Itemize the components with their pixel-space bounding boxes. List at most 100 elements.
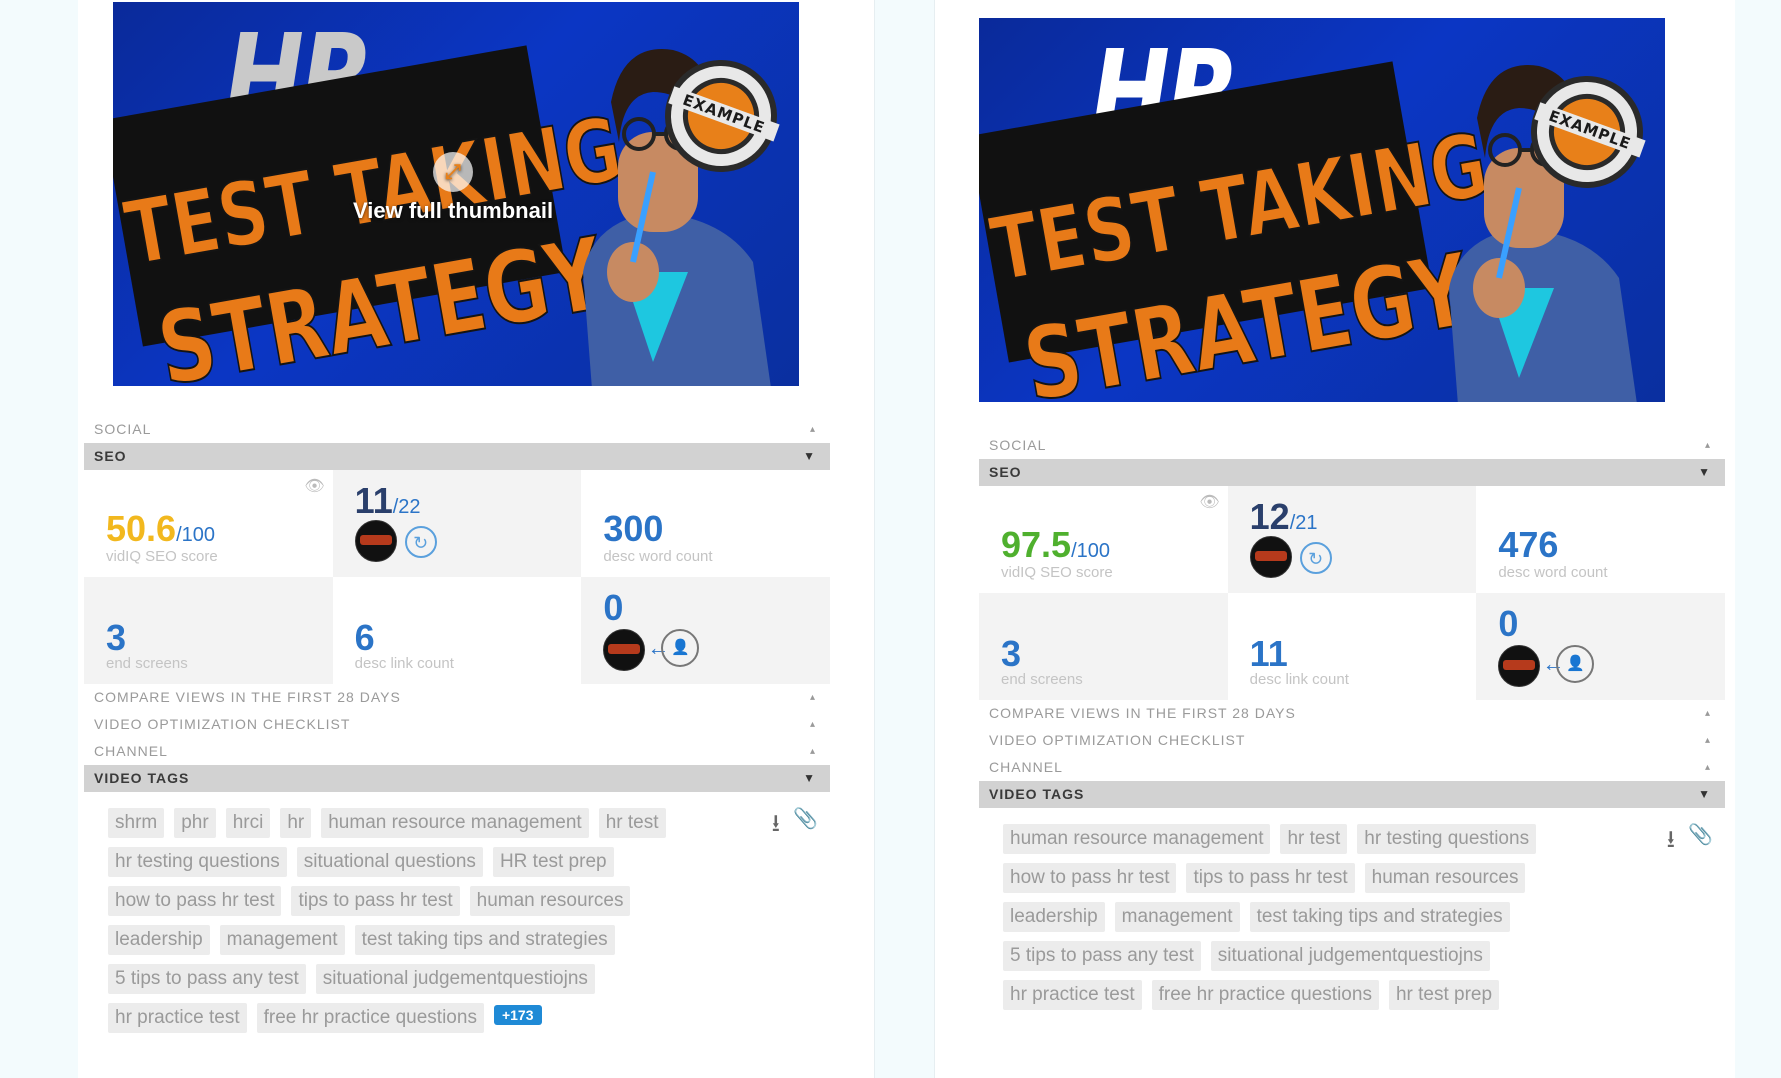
video-thumbnail[interactable]: HR TEST TAKING STRATEGY EXAMPLE ⤢ View f… bbox=[113, 2, 799, 386]
section-tags-label: VIDEO TAGS bbox=[989, 786, 1085, 802]
eye-icon[interactable]: 👁 bbox=[304, 476, 324, 496]
paperclip-icon[interactable]: 📎 bbox=[793, 806, 818, 831]
video-card-right: HR TEST TAKING STRATEGY EXAMPLE SOCIAL ▴ … bbox=[934, 0, 1735, 1078]
refresh-icon[interactable]: ↻ bbox=[404, 526, 437, 558]
tag-chip[interactable]: hr test bbox=[1280, 824, 1348, 854]
tag-count-cell: 11/22 ↻ bbox=[332, 470, 582, 577]
desc-word-count-cell: 300 desc word count bbox=[581, 470, 830, 577]
tag-chip[interactable]: tips to pass hr test bbox=[1186, 863, 1355, 893]
tag-chip[interactable]: hr test prep bbox=[1388, 980, 1500, 1010]
section-optimization-checklist[interactable]: VIDEO OPTIMIZATION CHECKLIST ▴ bbox=[979, 727, 1725, 754]
tag-chip[interactable]: human resources bbox=[1364, 863, 1526, 893]
end-screens-label: end screens bbox=[106, 655, 188, 672]
seo-score-label: vidIQ SEO score bbox=[106, 548, 218, 565]
seo-score-cell: 👁 50.6/100 vidIQ SEO score bbox=[84, 470, 333, 577]
desc-link-count-label: desc link count bbox=[354, 655, 454, 672]
end-screens-count: 3 bbox=[1001, 633, 1022, 674]
tag-chip[interactable]: situational judgementquestiojns bbox=[315, 964, 595, 994]
desc-link-count: 11 bbox=[1249, 633, 1288, 674]
seo-score-cell: 👁 97.5/100 vidIQ SEO score bbox=[979, 486, 1228, 593]
seo-score: 50.6/100 bbox=[106, 508, 216, 549]
video-card-left: HR TEST TAKING STRATEGY EXAMPLE ⤢ View f… bbox=[78, 0, 875, 1078]
section-seo[interactable]: SEO ▼ bbox=[84, 443, 830, 470]
section-optimization-checklist[interactable]: VIDEO OPTIMIZATION CHECKLIST ▴ bbox=[84, 711, 830, 738]
section-seo-label: SEO bbox=[94, 448, 127, 464]
tag-chip[interactable]: free hr practice questions bbox=[1151, 980, 1379, 1010]
end-screens-cell: 3 end screens bbox=[84, 577, 333, 684]
tag-chip[interactable]: hrci bbox=[225, 808, 271, 838]
section-channel-label: CHANNEL bbox=[94, 743, 168, 759]
collapse-icon: ▴ bbox=[1704, 762, 1711, 773]
tag-chip[interactable]: leadership bbox=[1003, 902, 1105, 932]
tag-chip[interactable]: shrm bbox=[108, 808, 165, 838]
section-channel-label: CHANNEL bbox=[989, 759, 1063, 775]
desc-link-count-cell: 6 desc link count bbox=[332, 577, 582, 684]
section-checklist-label: VIDEO OPTIMIZATION CHECKLIST bbox=[94, 716, 351, 732]
tag-chip[interactable]: how to pass hr test bbox=[1003, 863, 1177, 893]
paperclip-icon[interactable]: 📎 bbox=[1688, 822, 1713, 847]
section-social[interactable]: SOCIAL ▴ bbox=[84, 416, 830, 443]
tag-chip[interactable]: 5 tips to pass any test bbox=[108, 964, 306, 994]
tag-chip[interactable]: HR test prep bbox=[492, 847, 614, 877]
tag-chip[interactable]: human resources bbox=[469, 886, 631, 916]
tag-chip[interactable]: phr bbox=[174, 808, 216, 838]
tag-chip[interactable]: hr testing questions bbox=[1357, 824, 1537, 854]
tag-chip[interactable]: human resource management bbox=[321, 808, 589, 838]
tag-count: 11/22 bbox=[354, 480, 421, 521]
section-social[interactable]: SOCIAL ▴ bbox=[979, 432, 1725, 459]
tag-chip[interactable]: free hr practice questions bbox=[256, 1003, 484, 1033]
desc-link-count-cell: 11 desc link count bbox=[1227, 593, 1477, 700]
desc-link-count: 6 bbox=[354, 617, 375, 658]
tag-chip[interactable]: situational judgementquestiojns bbox=[1210, 941, 1490, 971]
end-screen-link-icon[interactable]: 👤 bbox=[661, 629, 700, 667]
expand-arrow-icon: ▼ bbox=[1698, 465, 1711, 479]
section-compare-label: COMPARE VIEWS IN THE FIRST 28 DAYS bbox=[989, 705, 1296, 721]
seo-score: 97.5/100 bbox=[1001, 524, 1111, 565]
section-compare-views[interactable]: COMPARE VIEWS IN THE FIRST 28 DAYS ▴ bbox=[84, 684, 830, 711]
tag-count: 12/21 bbox=[1249, 496, 1318, 537]
end-screen-link-icon[interactable]: 👤 bbox=[1556, 645, 1595, 683]
channel-avatar-small[interactable] bbox=[1498, 645, 1541, 687]
view-full-thumbnail-label: View full thumbnail bbox=[353, 198, 554, 223]
desc-link-count-label: desc link count bbox=[1249, 671, 1349, 688]
tag-chip[interactable]: situational questions bbox=[296, 847, 483, 877]
tag-chip[interactable]: test taking tips and strategies bbox=[354, 925, 615, 955]
tag-chip[interactable]: 5 tips to pass any test bbox=[1003, 941, 1201, 971]
tag-chip[interactable]: management bbox=[219, 925, 345, 955]
video-thumbnail[interactable]: HR TEST TAKING STRATEGY EXAMPLE bbox=[979, 18, 1665, 402]
section-seo[interactable]: SEO ▼ bbox=[979, 459, 1725, 486]
download-icon[interactable]: ⭳ bbox=[772, 806, 780, 847]
end-screen-links-count: 0 bbox=[603, 587, 624, 628]
end-screen-links-cell: 0 ← 👤 bbox=[581, 577, 830, 684]
tag-chip[interactable]: test taking tips and strategies bbox=[1249, 902, 1510, 932]
section-compare-views[interactable]: COMPARE VIEWS IN THE FIRST 28 DAYS ▴ bbox=[979, 700, 1725, 727]
collapse-icon: ▴ bbox=[809, 424, 816, 435]
tag-chip[interactable]: human resource management bbox=[1003, 824, 1271, 854]
section-channel[interactable]: CHANNEL ▴ bbox=[979, 754, 1725, 781]
tag-chip[interactable]: management bbox=[1114, 902, 1240, 932]
refresh-icon[interactable]: ↻ bbox=[1299, 542, 1332, 574]
tag-chip[interactable]: hr test bbox=[598, 808, 666, 838]
collapse-icon: ▴ bbox=[1704, 708, 1711, 719]
end-screens-cell: 3 end screens bbox=[979, 593, 1228, 700]
tag-chip[interactable]: hr testing questions bbox=[108, 847, 287, 877]
download-icon[interactable]: ⭳ bbox=[1667, 822, 1675, 863]
channel-avatar[interactable] bbox=[1249, 536, 1292, 578]
view-full-thumbnail-button[interactable]: ⤢ View full thumbnail bbox=[353, 152, 553, 224]
tag-chip[interactable]: tips to pass hr test bbox=[291, 886, 460, 916]
channel-avatar-small[interactable] bbox=[603, 629, 646, 671]
tag-chip[interactable]: hr practice test bbox=[108, 1003, 247, 1033]
section-video-tags[interactable]: VIDEO TAGS ▼ bbox=[979, 781, 1725, 808]
tag-chip[interactable]: how to pass hr test bbox=[108, 886, 282, 916]
tag-chip[interactable]: leadership bbox=[108, 925, 210, 955]
section-video-tags[interactable]: VIDEO TAGS ▼ bbox=[84, 765, 830, 792]
section-social-label: SOCIAL bbox=[989, 437, 1047, 453]
video-tags-list: ⭳ 📎 human resource management hr test hr t… bbox=[979, 808, 1725, 1019]
collapse-icon: ▴ bbox=[809, 746, 816, 757]
tag-chip[interactable]: hr practice test bbox=[1003, 980, 1142, 1010]
eye-icon[interactable]: 👁 bbox=[1199, 492, 1219, 512]
section-channel[interactable]: CHANNEL ▴ bbox=[84, 738, 830, 765]
tag-chip[interactable]: hr bbox=[280, 808, 312, 838]
expand-arrow-icon: ▼ bbox=[803, 449, 816, 463]
channel-avatar[interactable] bbox=[354, 520, 397, 562]
